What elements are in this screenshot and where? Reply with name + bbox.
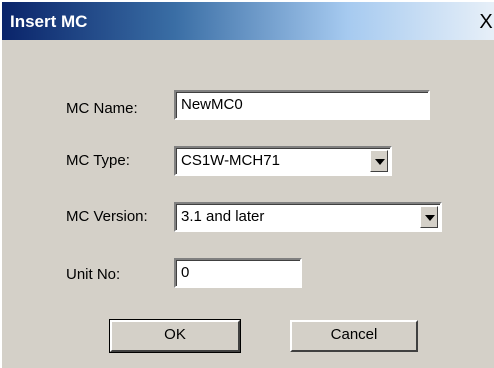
mc-name-input[interactable]: NewMC0: [174, 90, 430, 120]
cancel-button[interactable]: Cancel: [290, 320, 418, 352]
unit-no-label: Unit No:: [66, 266, 121, 283]
insert-mc-dialog: Insert MC X MC Name: NewMC0 MC Type: CS1…: [0, 0, 494, 368]
unit-no-input[interactable]: 0: [174, 258, 302, 288]
ok-button[interactable]: OK: [109, 319, 241, 353]
mc-version-value: 3.1 and later: [181, 208, 265, 225]
mc-version-select[interactable]: 3.1 and later: [174, 202, 442, 232]
mc-type-label: MC Type:: [66, 152, 130, 169]
mc-type-value: CS1W-MCH71: [181, 152, 280, 169]
mc-type-select[interactable]: CS1W-MCH71: [174, 146, 392, 176]
title-bar[interactable]: Insert MC X: [2, 2, 494, 40]
mc-name-label: MC Name:: [66, 100, 138, 117]
mc-version-label: MC Version:: [66, 208, 148, 225]
close-icon[interactable]: X: [472, 10, 494, 34]
chevron-down-icon[interactable]: [420, 206, 438, 228]
chevron-down-icon[interactable]: [370, 150, 388, 172]
dialog-title: Insert MC: [10, 12, 88, 31]
